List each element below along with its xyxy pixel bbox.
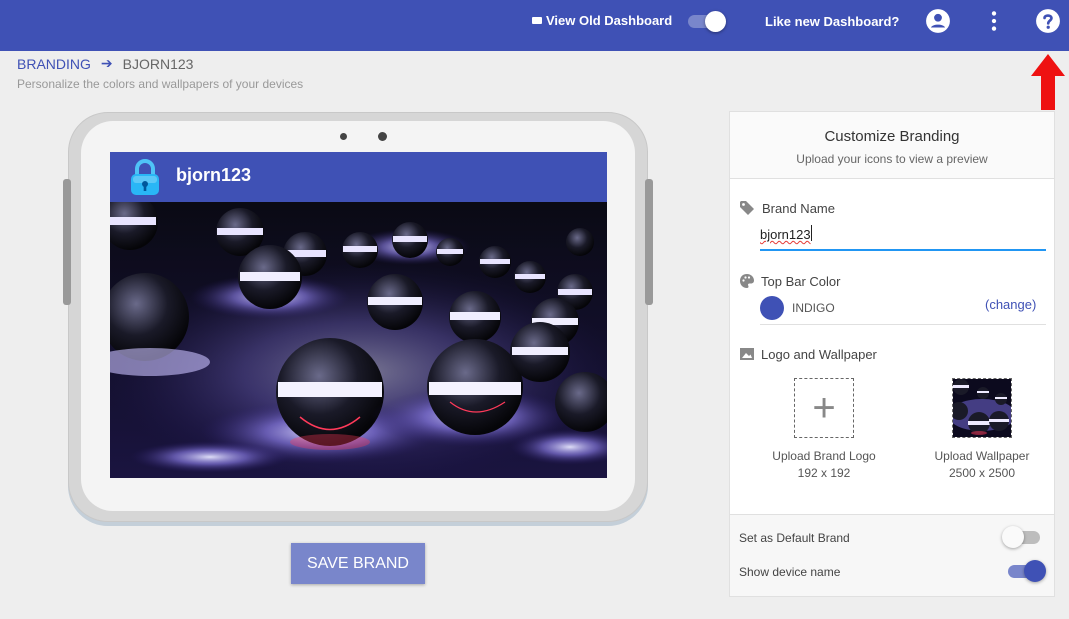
page-subtitle: Personalize the colors and wallpapers of…	[17, 77, 304, 91]
image-icon	[740, 348, 754, 360]
logo-wallpaper-label: Logo and Wallpaper	[761, 347, 877, 362]
device-bezel: bjorn123	[81, 121, 635, 511]
arrow-right-icon: ➔	[100, 55, 113, 71]
show-device-name-label: Show device name	[739, 565, 841, 579]
customize-branding-panel: Customize Branding Upload your icons to …	[729, 111, 1055, 597]
plus-icon: +	[812, 386, 836, 430]
device-preview: bjorn123	[63, 112, 653, 522]
upload-logo-label: Upload Brand Logo	[772, 449, 876, 463]
upload-logo-size: 192 x 192	[797, 466, 851, 480]
brand-name-label: Brand Name	[762, 201, 835, 216]
dashboard-icon	[532, 17, 542, 24]
device-side-button	[645, 179, 653, 305]
panel-footer: Set as Default Brand Show device name	[730, 514, 1054, 596]
color-name: INDIGO	[792, 301, 835, 315]
more-vert-icon[interactable]	[981, 8, 1007, 34]
panel-subtitle: Upload your icons to view a preview	[796, 152, 988, 166]
default-brand-label: Set as Default Brand	[739, 531, 850, 545]
upload-wallpaper-label: Upload Wallpaper	[934, 449, 1030, 463]
account-icon[interactable]	[925, 8, 951, 34]
upload-logo-box[interactable]: +	[794, 378, 854, 438]
top-bar-color-label: Top Bar Color	[761, 274, 841, 289]
breadcrumb-branding-link[interactable]: BRANDING	[17, 56, 91, 72]
red-arrow-annotation-icon	[1031, 54, 1065, 110]
tag-icon	[740, 201, 754, 215]
wallpaper-preview-image	[110, 202, 607, 478]
upload-wallpaper-size: 2500 x 2500	[948, 466, 1016, 480]
device-sensor	[340, 133, 347, 140]
view-old-dashboard-link[interactable]: View Old Dashboard	[532, 13, 672, 28]
breadcrumb: BRANDING ➔ BJORN123	[17, 55, 193, 72]
save-brand-button[interactable]: SAVE BRAND	[291, 543, 425, 584]
change-color-link[interactable]: (change)	[985, 297, 1036, 312]
device-camera	[378, 132, 387, 141]
default-brand-toggle[interactable]	[1002, 526, 1042, 548]
text-caret	[811, 225, 812, 241]
preview-brand-title: bjorn123	[176, 165, 252, 185]
panel-header: Customize Branding Upload your icons to …	[730, 112, 1054, 179]
brand-name-value: bjorn123	[760, 227, 811, 242]
preview-top-bar: bjorn123	[110, 152, 607, 202]
upload-wallpaper-box[interactable]	[952, 378, 1012, 438]
lock-icon	[131, 159, 159, 195]
palette-icon	[740, 274, 754, 288]
device-side-button	[63, 179, 71, 305]
show-device-name-toggle[interactable]	[1006, 560, 1046, 582]
breadcrumb-current: BJORN123	[122, 55, 194, 72]
top-app-bar: View Old Dashboard Like new Dashboard?	[0, 0, 1069, 51]
view-old-dashboard-label: View Old Dashboard	[546, 13, 673, 28]
help-icon[interactable]	[1035, 8, 1061, 34]
device-screen: bjorn123	[110, 152, 607, 478]
color-swatch[interactable]	[760, 296, 784, 320]
wallpaper-thumbnail-image	[953, 379, 1011, 437]
divider	[760, 324, 1046, 325]
panel-title: Customize Branding	[824, 128, 960, 145]
old-dashboard-toggle[interactable]	[688, 11, 726, 32]
like-new-dashboard-link[interactable]: Like new Dashboard?	[765, 14, 899, 29]
